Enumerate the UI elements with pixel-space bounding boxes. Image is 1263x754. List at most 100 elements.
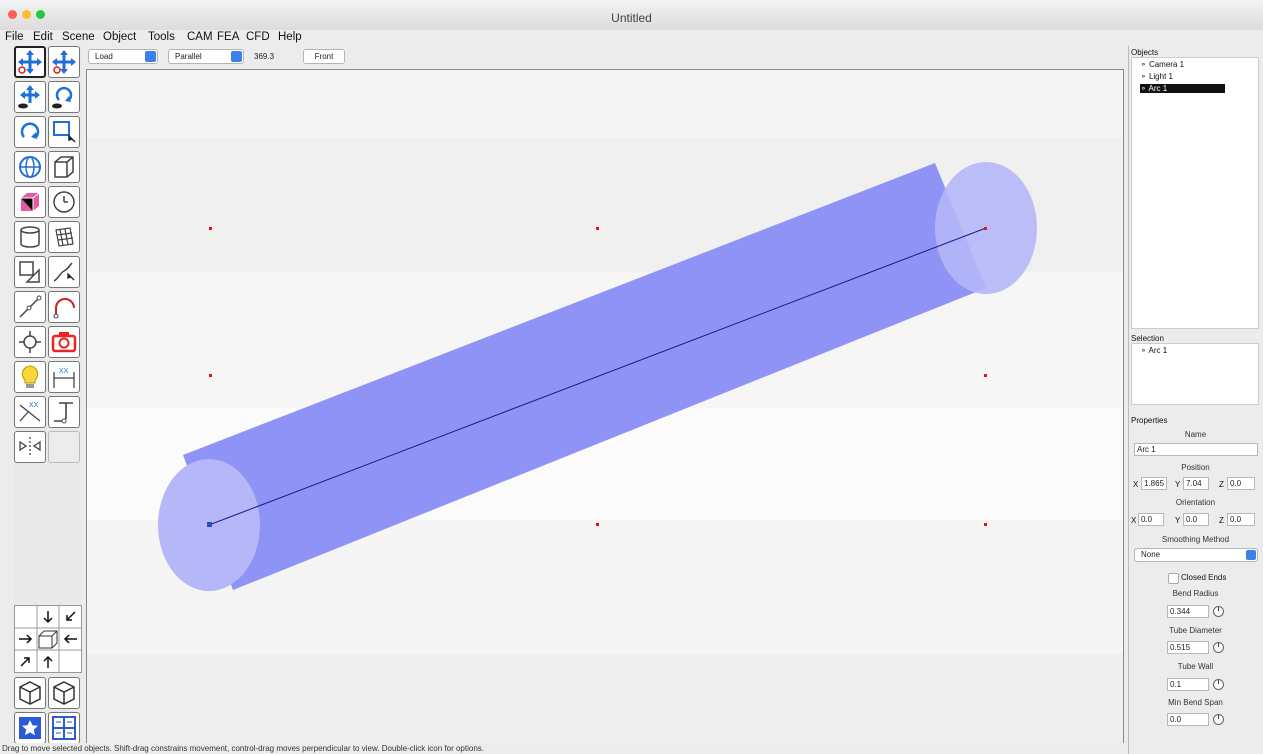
empty-tool-slot	[48, 431, 80, 463]
selection-item-label: Arc 1	[1148, 346, 1168, 355]
min-bend-span-label: Min Bend Span	[1168, 698, 1223, 707]
menu-fea[interactable]: FEA	[217, 31, 239, 43]
tube-diameter-dial-icon[interactable]	[1213, 642, 1224, 653]
box-tool[interactable]	[48, 151, 80, 183]
objects-list[interactable]: ⚬ Camera 1 ⚬ Light 1 ⚬ Arc 1	[1131, 57, 1259, 329]
move-object-tool[interactable]	[14, 46, 46, 78]
cube-tool[interactable]	[14, 186, 46, 218]
camera-tool[interactable]	[48, 326, 80, 358]
tube-body[interactable]	[183, 163, 986, 590]
menu-tools[interactable]: Tools	[148, 31, 175, 43]
position-y-field[interactable]: 7.04	[1183, 477, 1209, 490]
move-arrows-icon	[52, 50, 76, 74]
split-tool[interactable]	[14, 431, 46, 463]
min-bend-span-field[interactable]: 0.0	[1167, 713, 1209, 726]
favorite-view-button[interactable]	[14, 712, 46, 744]
point-tool[interactable]	[14, 326, 46, 358]
nav-cube-icon	[15, 606, 81, 672]
select-region-tool[interactable]	[48, 116, 80, 148]
control-point[interactable]	[596, 523, 599, 526]
rotate-object-tool[interactable]	[14, 116, 46, 148]
smoothing-method-select[interactable]: None	[1134, 548, 1258, 562]
cylinder-tool[interactable]	[14, 221, 46, 253]
position-y-label: Y	[1175, 480, 1181, 489]
shading-select[interactable]: Load	[88, 49, 158, 64]
light-bulb-icon	[21, 365, 39, 388]
scene-canvas	[158, 162, 1037, 591]
mesh-tool[interactable]	[48, 221, 80, 253]
menu-scene[interactable]: Scene	[62, 31, 95, 43]
bend-radius-dial-icon[interactable]	[1213, 606, 1224, 617]
menu-edit[interactable]: Edit	[33, 31, 53, 43]
position-x-field[interactable]: 1.865	[1141, 477, 1167, 490]
properties-panel-title: Properties	[1131, 416, 1168, 425]
iso-view-left-button[interactable]	[14, 677, 46, 709]
closed-ends-checkbox[interactable]	[1168, 573, 1179, 584]
control-point[interactable]	[984, 523, 987, 526]
arc-start-point[interactable]	[207, 522, 212, 527]
move-camera-tool[interactable]	[14, 81, 46, 113]
arc-tool[interactable]	[48, 291, 80, 323]
tube-wall-label: Tube Wall	[1177, 662, 1214, 671]
projection-select[interactable]: Parallel	[168, 49, 244, 64]
object-item-light[interactable]: ⚬ Light 1	[1140, 72, 1173, 81]
light-tool[interactable]	[14, 361, 46, 393]
text-tool[interactable]	[48, 396, 80, 428]
menu-cam[interactable]: CAM	[187, 31, 213, 43]
bend-radius-field[interactable]: 0.344	[1167, 605, 1209, 618]
timer-tool[interactable]	[48, 186, 80, 218]
curve-edit-tool[interactable]	[48, 256, 80, 288]
select-arrows-icon	[1246, 550, 1256, 560]
position-label: Position	[1181, 463, 1210, 472]
iso-cube-icon	[19, 681, 41, 705]
orientation-z-field[interactable]: 0.0	[1227, 513, 1255, 526]
right-panel: Objects ⚬ Camera 1 ⚬ Light 1 ⚬ Arc 1 Sel…	[1128, 46, 1263, 754]
surface-tool[interactable]	[14, 256, 46, 288]
object-item-arc-selected[interactable]: ⚬ Arc 1	[1140, 84, 1226, 93]
square-triangle-icon	[19, 261, 40, 283]
angle-dimension-icon: XX	[19, 402, 41, 422]
orientation-y-label: Y	[1175, 516, 1181, 525]
angle-dimension-tool[interactable]: XX	[14, 396, 46, 428]
move-eye-icon	[18, 85, 40, 109]
control-point[interactable]	[984, 227, 987, 230]
iso-view-right-button[interactable]	[48, 677, 80, 709]
selection-item[interactable]: ⚬ Arc 1	[1140, 346, 1167, 355]
polyline-tool[interactable]	[14, 291, 46, 323]
dimension-icon: XX	[53, 368, 75, 388]
selection-list[interactable]: ⚬ Arc 1	[1131, 343, 1259, 405]
control-point[interactable]	[596, 227, 599, 230]
pink-cube-icon	[21, 192, 40, 211]
view-navigation-cube[interactable]	[14, 605, 82, 673]
position-z-field[interactable]: 0.0	[1227, 477, 1255, 490]
control-point[interactable]	[209, 227, 212, 230]
control-point[interactable]	[984, 374, 987, 377]
menu-file[interactable]: File	[5, 31, 24, 43]
min-bend-span-dial-icon[interactable]	[1213, 714, 1224, 725]
tube-diameter-field[interactable]: 0.515	[1167, 641, 1209, 654]
name-field[interactable]: Arc 1	[1134, 443, 1258, 456]
move-view-tool[interactable]	[48, 46, 80, 78]
control-point[interactable]	[209, 374, 212, 377]
menu-cfd[interactable]: CFD	[246, 31, 270, 43]
rotate-view-tool[interactable]	[48, 81, 80, 113]
menu-object[interactable]: Object	[103, 31, 136, 43]
menu-help[interactable]: Help	[278, 31, 302, 43]
object-item-camera[interactable]: ⚬ Camera 1	[1140, 60, 1184, 69]
sphere-tool[interactable]	[14, 151, 46, 183]
smoothing-method-label: Smoothing Method	[1161, 535, 1230, 544]
3d-viewport[interactable]	[86, 69, 1124, 745]
orientation-x-field[interactable]: 0.0	[1138, 513, 1164, 526]
arc-centerline[interactable]	[208, 227, 987, 526]
layout-grid-button[interactable]	[48, 712, 80, 744]
orientation-y-field[interactable]: 0.0	[1183, 513, 1209, 526]
dimension-tool[interactable]: XX	[48, 361, 80, 393]
tube-wall-dial-icon[interactable]	[1213, 679, 1224, 690]
tube-wall-field[interactable]: 0.1	[1167, 678, 1209, 691]
scale-input[interactable]: 369.3	[254, 49, 294, 64]
globe-icon	[19, 156, 41, 178]
rotate-arrow-icon	[20, 122, 40, 139]
iso-cube-icon	[53, 681, 75, 705]
shading-select-value: Load	[95, 52, 113, 61]
front-view-button[interactable]: Front	[303, 49, 345, 64]
